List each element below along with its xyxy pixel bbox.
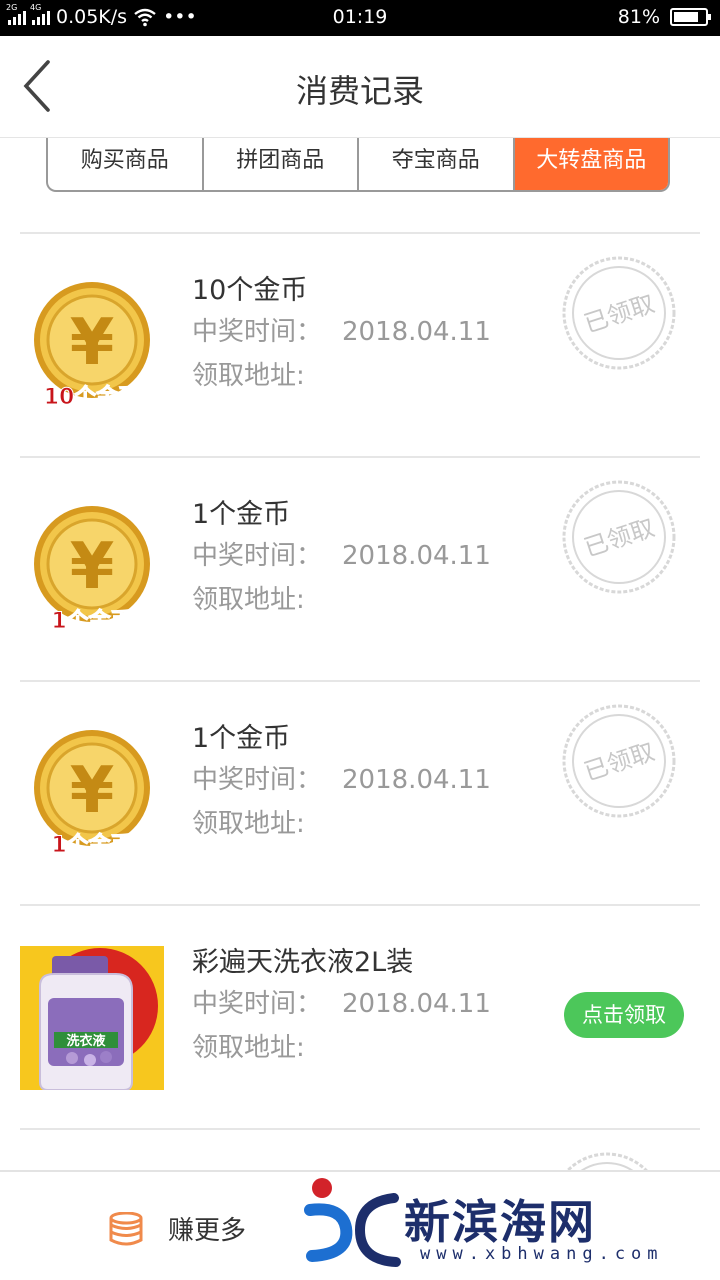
coin-caption: 1个金币 — [51, 832, 132, 858]
stamp-text: 已领取 — [581, 738, 658, 787]
record-item[interactable]: 洗衣液 彩遍天洗衣液2L装 中奖时间： 2018.04.11 领取地址: 点击领取 — [20, 904, 700, 1128]
record-address: 领取地址: — [192, 361, 305, 391]
record-name: 彩遍天洗衣液2L装 — [192, 947, 414, 978]
watermark: 新滨海网 www.xbhwang.com — [302, 1176, 712, 1276]
svg-text:¥: ¥ — [70, 754, 115, 828]
record-address: 领取地址: — [192, 809, 305, 839]
claimed-stamp-icon: 已领取 — [562, 704, 676, 818]
page-title: 消费记录 — [295, 72, 424, 110]
record-item[interactable]: ¥ 1个金币 1个金币 中奖时间： 2018.04.11 领取地址: 已领取 — [20, 456, 700, 680]
tab-wheel[interactable]: 大转盘商品 — [514, 138, 668, 190]
claimed-stamp-icon: 已领取 — [562, 480, 676, 594]
record-name: 10个金币 — [192, 275, 308, 306]
tab-treasure[interactable]: 夺宝商品 — [359, 138, 515, 190]
record-time: 中奖时间： 2018.04.11 — [192, 765, 491, 795]
record-info: 1个金币 中奖时间： 2018.04.11 领取地址: — [192, 720, 491, 846]
record-time: 中奖时间： 2018.04.11 — [192, 541, 491, 571]
tab-bar: 购买商品 拼团商品 夺宝商品 大转盘商品 — [46, 138, 670, 192]
stamp-text: 已领取 — [581, 514, 658, 563]
gold-coin-image: ¥ 1个金币 — [20, 498, 164, 642]
coin-stack-icon — [109, 1211, 143, 1245]
battery-percent: 81% — [617, 6, 660, 28]
record-info: 10个金币 中奖时间： 2018.04.11 领取地址: — [192, 272, 491, 398]
status-time: 01:19 — [332, 6, 388, 28]
coin-caption: 1个金币 — [51, 608, 132, 634]
record-list: ¥ 10个金币 10个金币 中奖时间： 2018.04.11 领取地址: 已领取 … — [20, 232, 700, 1168]
record-time: 中奖时间： 2018.04.11 — [192, 989, 491, 1019]
status-bar: 2G 4G 0.05K/s ••• 01:19 81% — [0, 0, 720, 36]
record-name: 1个金币 — [192, 499, 291, 530]
svg-text:¥: ¥ — [70, 306, 115, 380]
watermark-logo-icon — [304, 1178, 401, 1267]
stamp-text: 已领取 — [581, 290, 658, 339]
gold-coin-image: ¥ 10个金币 — [20, 274, 164, 418]
gold-coin-image: ¥ 1个金币 — [20, 722, 164, 866]
record-address: 领取地址: — [192, 585, 305, 615]
record-name: 1个金币 — [192, 723, 291, 754]
header: 消费记录 — [0, 36, 720, 138]
record-address: 领取地址: — [192, 1033, 305, 1063]
svg-text:¥: ¥ — [70, 530, 115, 604]
bottom-bar: 赚更多 新滨海网 www.xbhwang.com — [0, 1170, 720, 1280]
earn-more-button[interactable]: 赚更多 — [108, 1210, 246, 1247]
coin-caption: 10个金币 — [44, 384, 141, 410]
tab-group-buy[interactable]: 拼团商品 — [204, 138, 359, 190]
tab-purchase[interactable]: 购买商品 — [48, 138, 204, 190]
record-info: 1个金币 中奖时间： 2018.04.11 领取地址: — [192, 496, 491, 622]
product-label: 洗衣液 — [66, 1033, 105, 1049]
earn-more-label: 赚更多 — [168, 1216, 247, 1246]
record-item[interactable]: ¥ 1个金币 1个金币 中奖时间： 2018.04.11 领取地址: 已领取 — [20, 680, 700, 904]
claim-button[interactable]: 点击领取 — [564, 992, 684, 1038]
detergent-product-image: 洗衣液 — [20, 946, 164, 1090]
record-time: 中奖时间： 2018.04.11 — [192, 317, 491, 347]
claimed-stamp-icon: 已领取 — [562, 256, 676, 370]
status-right: 81% — [617, 6, 711, 28]
battery-icon — [670, 8, 711, 26]
record-info: 彩遍天洗衣液2L装 中奖时间： 2018.04.11 领取地址: — [192, 944, 491, 1070]
watermark-url: www.xbhwang.com — [420, 1244, 664, 1264]
watermark-text: 新滨海网 — [404, 1195, 596, 1249]
record-item[interactable]: ¥ 10个金币 10个金币 中奖时间： 2018.04.11 领取地址: 已领取 — [20, 232, 700, 456]
battery-fill — [674, 12, 699, 22]
